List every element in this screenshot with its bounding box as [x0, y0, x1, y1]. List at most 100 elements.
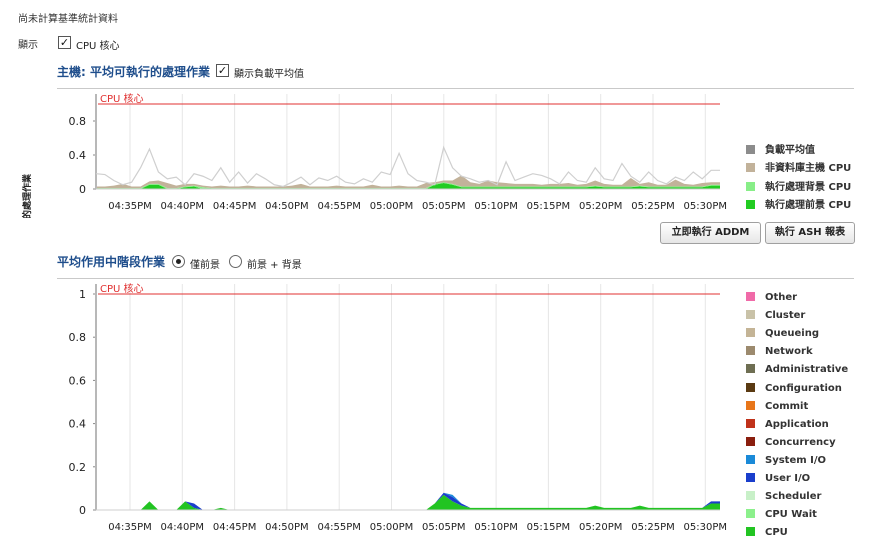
legend-item: 執行處理背景 CPU	[746, 178, 851, 193]
y-tick-label: 0	[79, 504, 86, 517]
series-area	[96, 494, 720, 510]
host-runnable-processes-chart: 04:35PM 04:40PM 04:45PM 04:50PM 04:55PM 05:00…	[21, 92, 727, 218]
legend-item: User I/O	[746, 473, 810, 484]
x-tick-label: 04:50PM	[265, 201, 308, 212]
cpu-cores-checkbox-label: CPU 核心	[76, 41, 120, 52]
legend-label: Commit	[765, 400, 809, 412]
x-tick-label: 05:05PM	[422, 522, 465, 533]
cpu-cores-line-label: CPU 核心	[100, 282, 144, 295]
x-tick-label: 05:10PM	[474, 522, 517, 533]
average-active-sessions-chart: 04:35PM 04:40PM 04:45PM 04:50PM 04:55PM 05:00…	[69, 282, 728, 533]
y-tick-label: 0.8	[69, 331, 87, 344]
aas-section-title: 平均作用中階段作業	[57, 255, 166, 269]
legend-item: CPU	[746, 527, 788, 538]
legend-label: 執行處理背景 CPU	[765, 181, 852, 193]
legend-item: Commit	[746, 400, 809, 412]
legend-swatch	[746, 527, 755, 537]
legend-label: CPU	[765, 527, 788, 539]
baseline-notice: 尚未計算基準統計資料	[18, 14, 118, 25]
legend-item: Other	[746, 292, 797, 303]
legend-item: 負載平均值	[746, 141, 815, 156]
legend-swatch	[746, 199, 755, 209]
legend-item: Network	[746, 346, 813, 357]
foreground-only-radio[interactable]	[172, 255, 185, 268]
legend-item: 非資料庫主機 CPU	[746, 159, 851, 174]
legend-swatch	[746, 473, 755, 482]
run-addm-button[interactable]: 立即執行 ADDM	[660, 222, 761, 244]
y-tick-label: 0.2	[69, 461, 87, 474]
legend-label: Cluster	[765, 310, 806, 322]
checkmark-icon: ✓	[59, 36, 70, 49]
show-load-avg-checkbox[interactable]: ✓	[216, 64, 229, 77]
legend-swatch	[746, 400, 755, 410]
legend-label: Other	[765, 292, 798, 303]
y-tick-label: 0	[79, 183, 86, 196]
radio-selected-dot	[176, 259, 181, 264]
x-tick-label: 04:45PM	[213, 201, 256, 212]
legend-swatch	[746, 310, 755, 320]
x-tick-label: 04:55PM	[317, 201, 360, 212]
legend-swatch	[746, 418, 755, 428]
legend-label: CPU Wait	[765, 509, 817, 521]
y-tick-label: 0.4	[69, 149, 87, 162]
run-ash-report-button[interactable]: 執行 ASH 報表	[765, 222, 855, 244]
x-tick-label: 04:50PM	[265, 522, 308, 533]
legend-item: Queueing	[746, 328, 819, 339]
legend-swatch	[746, 454, 755, 464]
x-tick-label: 05:25PM	[631, 522, 674, 533]
legend-label: Network	[765, 346, 813, 358]
x-tick-label: 05:00PM	[370, 522, 413, 533]
x-tick-label: 05:05PM	[422, 201, 465, 212]
legend-swatch	[746, 346, 755, 356]
x-tick-label: 05:15PM	[527, 522, 570, 533]
legend-label: 負載平均值	[765, 145, 815, 156]
legend-swatch	[746, 491, 755, 501]
legend-item: Concurrency	[746, 436, 836, 448]
legend-item: Configuration	[746, 382, 842, 394]
x-tick-label: 04:45PM	[213, 522, 256, 533]
x-tick-label: 04:55PM	[317, 522, 360, 533]
legend-item: Cluster	[746, 310, 805, 321]
legend-label: Configuration	[765, 382, 842, 394]
legend-swatch	[746, 328, 755, 338]
legend-label: Queueing	[765, 328, 820, 340]
x-tick-label: 04:40PM	[161, 522, 204, 533]
legend-swatch	[746, 163, 755, 173]
legend-item: Administrative	[746, 364, 848, 375]
y-tick-label: 0.4	[69, 418, 87, 431]
x-tick-label: 05:10PM	[474, 201, 517, 212]
legend-swatch	[746, 382, 755, 392]
legend-label: Concurrency	[765, 436, 836, 448]
cpu-cores-checkbox[interactable]: ✓	[58, 36, 71, 49]
x-tick-label: 05:30PM	[684, 522, 727, 533]
legend-swatch	[746, 509, 755, 519]
legend-label: Administrative	[765, 364, 849, 376]
legend-swatch	[746, 145, 755, 154]
x-tick-label: 05:00PM	[370, 201, 413, 212]
legend-label: 非資料庫主機 CPU	[765, 163, 852, 175]
checkmark-icon: ✓	[217, 64, 228, 77]
x-tick-label: 05:20PM	[579, 201, 622, 212]
x-tick-label: 05:20PM	[579, 522, 622, 533]
foreground-background-radio[interactable]	[229, 255, 242, 268]
foreground-only-label: 僅前景	[190, 260, 220, 271]
legend-item: System I/O	[746, 454, 827, 466]
x-tick-label: 04:40PM	[161, 201, 204, 212]
legend-label: System I/O	[765, 454, 827, 466]
legend-item: CPU Wait	[746, 509, 817, 520]
legend-item: 執行處理前景 CPU	[746, 196, 851, 211]
legend-swatch	[746, 436, 755, 446]
y-tick-label: 1	[79, 288, 86, 301]
foreground-background-label: 前景 + 背景	[247, 260, 302, 271]
legend-item: Application	[746, 418, 829, 430]
show-label: 顯示	[18, 40, 38, 51]
y-tick-label: 0.8	[69, 115, 87, 128]
cpu-cores-line-label: CPU 核心	[100, 92, 144, 105]
y-tick-label: 0.6	[69, 374, 87, 387]
legend-label: Application	[765, 418, 829, 430]
legend-label: Scheduler	[765, 491, 822, 503]
legend-swatch	[746, 364, 755, 374]
x-tick-label: 05:25PM	[631, 201, 674, 212]
legend-swatch	[746, 292, 755, 301]
x-tick-label: 04:35PM	[108, 522, 151, 533]
